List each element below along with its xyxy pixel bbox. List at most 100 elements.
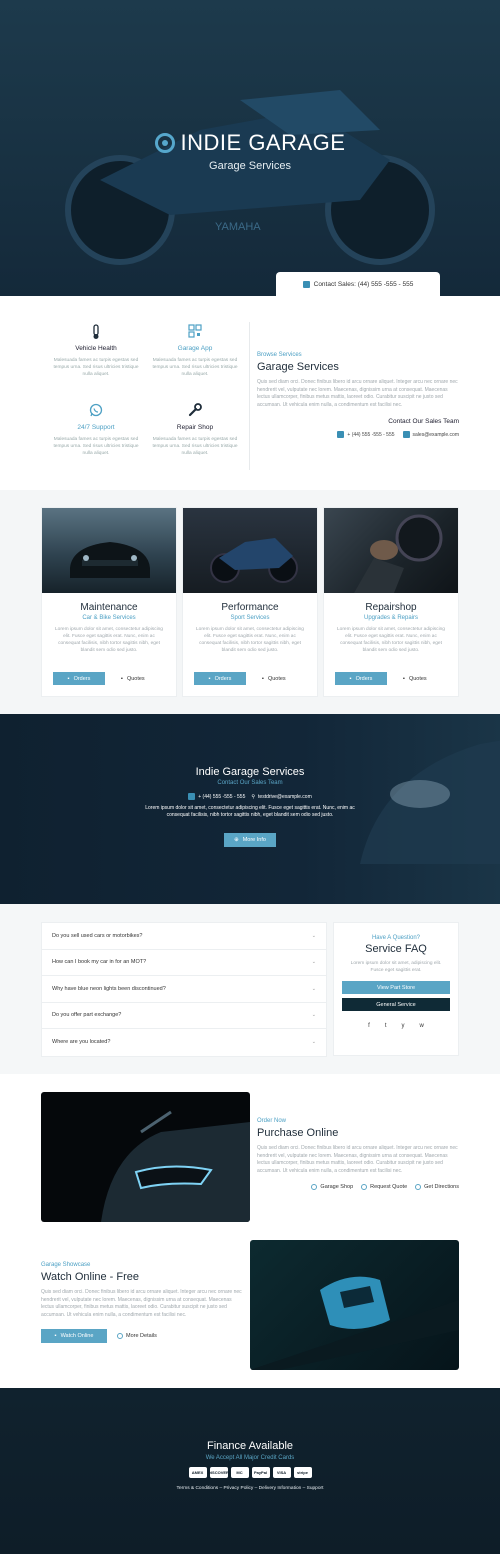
plus-icon — [361, 1184, 368, 1190]
browse-text: Quis sed diam orci. Donec finibus libero… — [257, 379, 458, 408]
link-label: Garage Shop — [320, 1184, 354, 1190]
plus-icon — [117, 1333, 123, 1339]
chevron-down-icon: ⌄ — [311, 932, 316, 939]
band-subtitle: Contact Our Sales Team — [217, 780, 283, 786]
play-icon: ▪ — [54, 1333, 57, 1339]
chevron-down-icon: ⌄ — [311, 985, 316, 992]
watch-online: Garage Showcase Watch Online - Free Quis… — [41, 1262, 243, 1343]
phone-icon — [337, 431, 345, 438]
footer-subtitle: We Accept All Major Credit Cards — [205, 1455, 295, 1461]
car-photo — [42, 508, 176, 593]
plus-icon — [311, 1184, 318, 1190]
card-performance: Performance Sport Services Lorem ipsum d… — [182, 507, 318, 697]
thermometer-icon — [51, 324, 141, 340]
bike-brand-text: YAMAHA — [215, 221, 261, 233]
faq-question: Do you sell used cars or motorbikes? — [52, 932, 143, 939]
get-directions-link[interactable]: Get Directions — [415, 1184, 459, 1190]
purchase-online: Order Now Purchase Online Quis sed diam … — [257, 1118, 459, 1190]
plus-icon — [415, 1184, 422, 1190]
stripe-icon: stripe — [293, 1467, 312, 1478]
watch-title: Watch Online - Free — [41, 1271, 140, 1283]
hero-section: YAMAHA INDIE GARAGE Garage Services Cont… — [0, 0, 500, 296]
card-subtitle: Upgrades & Repairs — [363, 615, 419, 621]
feature-title: 24/7 Support — [77, 424, 115, 431]
contact-sales-tab[interactable]: Contact Sales: (44) 555 -555 - 555 — [276, 272, 440, 296]
facebook-icon[interactable]: f — [368, 1023, 370, 1029]
link-label: Get Directions — [424, 1184, 459, 1190]
footer-title: Finance Available — [206, 1440, 294, 1452]
request-quote-link[interactable]: Request Quote — [361, 1184, 407, 1190]
orders-button[interactable]: ▪ Orders — [53, 672, 105, 685]
quotes-button[interactable]: ▪ Quotes — [403, 672, 427, 685]
card-title: Performance — [221, 602, 279, 613]
faq-box: Have A Question? Service FAQ Lorem ipsum… — [333, 922, 459, 1056]
faq-box-title: Service FAQ — [365, 943, 427, 955]
card-desc: Lorem ipsum dolor sit amet, consectetur … — [55, 627, 163, 653]
garage-shop-link[interactable]: Garage Shop — [311, 1184, 353, 1190]
watch-eyebrow: Garage Showcase — [41, 1262, 91, 1268]
phone-link[interactable]: + (44) 555 -555 - 555 — [188, 793, 245, 800]
feature-garage-app[interactable]: Garage App Malesuada fames ac turpis ege… — [150, 324, 240, 378]
quote-icon: ▪ — [121, 675, 123, 682]
card-subtitle: Car & Bike Services — [82, 615, 136, 621]
faq-section: Do you sell used cars or motorbikes? ⌄ Ho… — [0, 904, 500, 1074]
more-info-button[interactable]: ⊕ More Info — [224, 833, 276, 847]
quotes-label: Quotes — [126, 675, 145, 682]
quotes-label: Quotes — [267, 675, 286, 682]
email-link[interactable]: ⚲ testdrive@example.com — [251, 793, 311, 800]
card-title: Maintenance — [80, 602, 138, 613]
email-link[interactable]: sales@example.com — [402, 431, 459, 438]
feature-vehicle-health[interactable]: Vehicle Health Malesuada fames ac turpis… — [51, 324, 141, 378]
contact-team-title: Contact Our Sales Team — [388, 418, 459, 425]
faq-question: Why have blue neon lights been discontin… — [52, 985, 166, 992]
faq-item[interactable]: Do you sell used cars or motorbikes? ⌄ — [42, 923, 326, 950]
orders-label: Orders — [73, 675, 91, 682]
whatsapp-icon — [51, 403, 141, 419]
phone-link[interactable]: + (44) 555 -555 - 555 — [337, 431, 395, 438]
chevron-down-icon: ⌄ — [311, 959, 316, 966]
faq-question: How can I book my car in for an MOT? — [52, 959, 147, 966]
whatsapp-icon[interactable]: w — [420, 1023, 424, 1029]
orders-button[interactable]: ▪ Orders — [194, 672, 246, 685]
purchase-text: Quis sed diam orci. Donec finibus libero… — [257, 1145, 458, 1174]
site-title: INDIE GARAGE — [180, 130, 346, 155]
watch-text: Quis sed diam orci. Donec finibus libero… — [41, 1289, 242, 1318]
view-part-store-button[interactable]: View Part Store — [342, 981, 450, 994]
discover-icon: DISCOVER — [208, 1467, 229, 1478]
car-headlight-photo — [41, 1092, 250, 1222]
quotes-label: Quotes — [408, 675, 427, 682]
more-details-link[interactable]: More Details — [117, 1333, 157, 1339]
payment-cards: AMEX DISCOVER MC PayPal VISA stripe — [0, 1467, 500, 1478]
phone-text: + (44) 555 -555 - 555 — [198, 793, 246, 800]
card-desc: Lorem ipsum dolor sit amet, consectetur … — [196, 627, 304, 653]
feature-support[interactable]: 24/7 Support Malesuada fames ac turpis e… — [51, 403, 141, 457]
quotes-button[interactable]: ▪ Quotes — [262, 672, 286, 685]
browse-title: Garage Services — [257, 361, 339, 373]
link-label: Request Quote — [370, 1184, 408, 1190]
footer-links[interactable]: Terms & Conditions – Privacy Policy – De… — [0, 1486, 500, 1491]
orders-button[interactable]: ▪ Orders — [335, 672, 387, 685]
faq-item[interactable]: Why have blue neon lights been discontin… — [42, 976, 326, 1003]
chevron-down-icon: ⌄ — [311, 1039, 316, 1046]
email-text: testdrive@example.com — [258, 793, 312, 800]
watch-online-button[interactable]: ▪ Watch Online — [41, 1329, 107, 1343]
general-service-button[interactable]: General Service — [342, 998, 450, 1011]
faq-item[interactable]: Do you offer part exchange? ⌄ — [42, 1003, 326, 1029]
feature-desc: Malesuada fames ac turpis egestas sed te… — [152, 358, 238, 377]
feature-repair-shop[interactable]: Repair Shop Malesuada fames ac turpis eg… — [150, 403, 240, 457]
faq-item[interactable]: How can I book my car in for an MOT? ⌄ — [42, 950, 326, 976]
social-links: f t y w — [334, 1023, 458, 1029]
orders-label: Orders — [214, 675, 232, 682]
paypal-icon: PayPal — [251, 1467, 270, 1478]
quote-icon: ▪ — [403, 675, 405, 682]
faq-box-text: Lorem ipsum dolor sit amet, adipiscing e… — [350, 961, 442, 973]
faq-list: Do you sell used cars or motorbikes? ⌄ Ho… — [41, 922, 327, 1057]
card-desc: Lorem ipsum dolor sit amet, consectetur … — [337, 627, 445, 653]
yelp-icon[interactable]: y — [402, 1023, 405, 1029]
faq-item[interactable]: Where are you located? ⌄ — [42, 1029, 326, 1056]
wrench-icon — [150, 403, 240, 419]
twitter-icon[interactable]: t — [385, 1023, 387, 1029]
quotes-button[interactable]: ▪ Quotes — [121, 672, 145, 685]
amex-icon: AMEX — [188, 1467, 207, 1478]
site-subtitle: Garage Services — [209, 160, 291, 172]
